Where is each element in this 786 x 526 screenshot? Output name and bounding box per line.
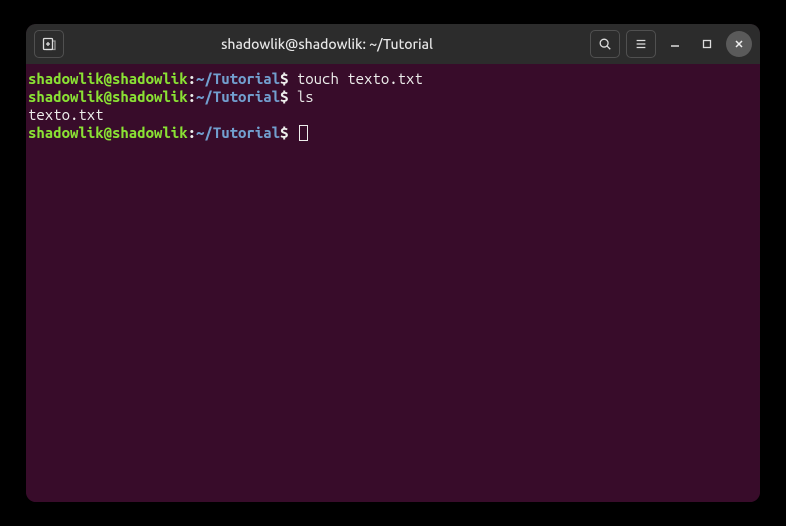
terminal-line: shadowlik@shadowlik:~/Tutorial$ touch te… [28,70,760,88]
prompt-user-host: shadowlik@shadowlik [28,88,188,105]
minimize-button[interactable] [662,31,688,57]
prompt-colon: : [188,88,196,105]
cursor [299,125,308,141]
maximize-icon [702,39,712,49]
output-text: texto.txt [28,106,104,123]
terminal-line: shadowlik@shadowlik:~/Tutorial$ ls [28,88,760,106]
search-icon [598,37,612,51]
terminal-body[interactable]: shadowlik@shadowlik:~/Tutorial$ touch te… [26,64,760,502]
close-icon [734,39,744,49]
new-tab-button[interactable] [34,30,64,58]
prompt-path: ~/Tutorial [196,88,280,105]
command-text: ls [288,88,313,105]
terminal-line: texto.txt [28,106,760,124]
hamburger-icon [634,37,648,51]
command-text: touch texto.txt [288,70,422,87]
titlebar-right [590,30,752,58]
prompt-path: ~/Tutorial [196,70,280,87]
prompt-path: ~/Tutorial [196,124,280,141]
prompt-user-host: shadowlik@shadowlik [28,124,188,141]
new-tab-icon [41,36,57,52]
titlebar: shadowlik@shadowlik: ~/Tutorial [26,24,760,64]
maximize-button[interactable] [694,31,720,57]
prompt-colon: : [188,124,196,141]
prompt-colon: : [188,70,196,87]
terminal-line: shadowlik@shadowlik:~/Tutorial$ [28,124,760,142]
terminal-window: shadowlik@shadowlik: ~/Tutorial [26,24,760,502]
close-button[interactable] [726,31,752,57]
menu-button[interactable] [626,30,656,58]
minimize-icon [670,39,680,49]
search-button[interactable] [590,30,620,58]
titlebar-left [34,30,64,58]
command-text [288,124,296,141]
window-title: shadowlik@shadowlik: ~/Tutorial [70,36,584,52]
prompt-user-host: shadowlik@shadowlik [28,70,188,87]
